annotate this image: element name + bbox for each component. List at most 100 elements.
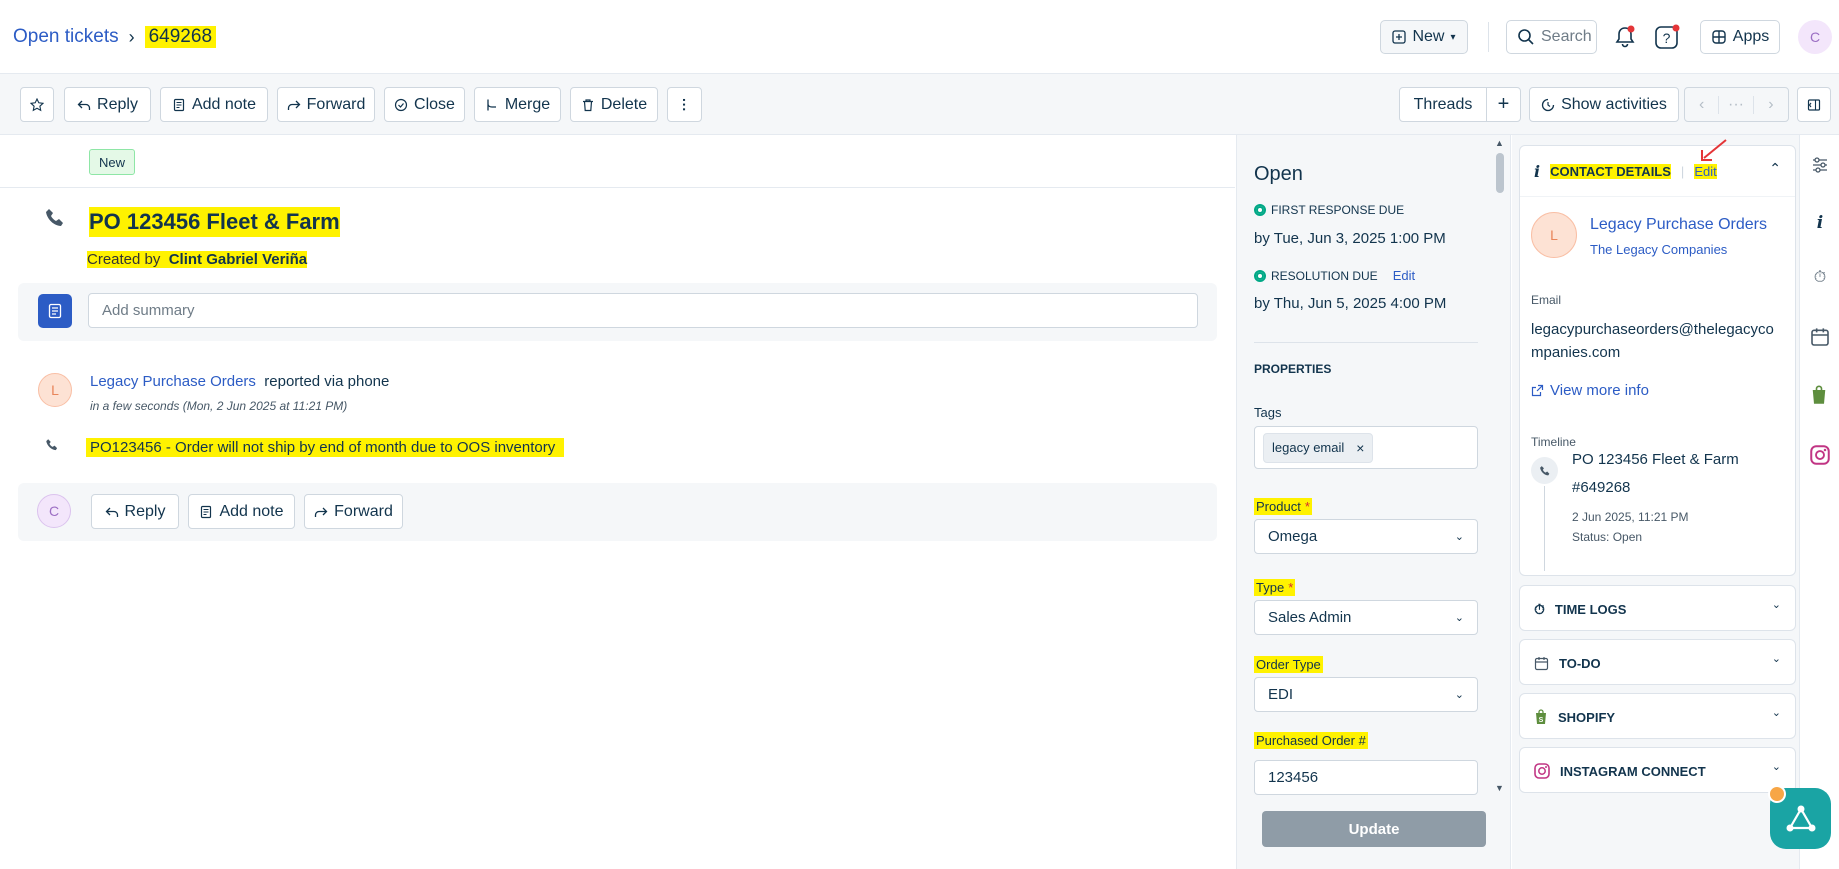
svg-text:S: S [1539, 717, 1544, 724]
email-value: legacypurchaseorders@thelegacyco mpanies… [1531, 318, 1774, 364]
chevron-up-icon[interactable]: ⌃ [1769, 160, 1781, 177]
product-select[interactable]: Omega ⌄ [1254, 519, 1478, 554]
reply-button[interactable]: Reply [91, 494, 179, 529]
calendar-icon [1534, 656, 1549, 670]
delete-button[interactable]: Delete [570, 87, 658, 122]
new-button[interactable]: New ▾ [1380, 20, 1468, 54]
contact-edit-link[interactable]: Edit [1694, 163, 1717, 179]
summary-input[interactable]: Add summary [88, 293, 1198, 328]
more-options-button[interactable]: ··· [667, 87, 702, 122]
chevron-right-icon: › [128, 26, 135, 47]
add-note-label: Add note [191, 95, 257, 113]
properties-panel: Open FIRST RESPONSE DUE by Tue, Jun 3, 2… [1236, 135, 1511, 869]
help-icon[interactable]: ? [1653, 23, 1681, 51]
todo-card[interactable]: TO-DO ⌄ [1519, 639, 1796, 685]
filter-sliders-icon[interactable] [1810, 155, 1830, 175]
resolution-sla: RESOLUTION DUE Edit [1254, 268, 1415, 283]
user-avatar[interactable]: C [1798, 20, 1832, 54]
remove-tag-icon[interactable]: × [1356, 440, 1364, 456]
resolution-label: RESOLUTION DUE [1271, 268, 1378, 283]
instagram-icon[interactable] [1810, 445, 1830, 465]
info-icon: i [1534, 161, 1541, 181]
forward-button[interactable]: Forward [304, 494, 403, 529]
chevron-down-icon: ⌄ [1454, 689, 1464, 701]
contact-name-link[interactable]: Legacy Purchase Orders [1590, 216, 1767, 234]
check-circle-icon [394, 98, 408, 111]
todo-header: TO-DO [1534, 640, 1601, 686]
toggle-sidebar-button[interactable] [1797, 87, 1831, 122]
shopify-card[interactable]: S SHOPIFY ⌄ [1519, 693, 1796, 739]
phone-icon [44, 207, 66, 229]
instagram-card[interactable]: INSTAGRAM CONNECT ⌄ [1519, 747, 1796, 793]
forward-icon [287, 100, 301, 110]
breadcrumb: Open tickets › 649268 [13, 26, 217, 48]
view-more-info-link[interactable]: View more info [1531, 382, 1649, 399]
star-button[interactable] [20, 87, 54, 122]
reply-icon [105, 507, 118, 517]
divider [1488, 22, 1489, 52]
apps-label: Apps [1732, 28, 1770, 45]
previous-ticket-icon[interactable]: ‹ [1685, 95, 1720, 114]
requester-name-link[interactable]: Legacy Purchase Orders [90, 373, 256, 390]
chevron-down-icon: ⌄ [1771, 653, 1781, 665]
next-ticket-icon[interactable]: › [1754, 96, 1788, 114]
chevron-down-icon: ⌄ [1771, 707, 1781, 719]
search-icon [1518, 29, 1534, 45]
timeline-status: Status: Open [1572, 530, 1643, 544]
apps-icon-rail: i ⏱ [1799, 135, 1839, 869]
created-by-name[interactable]: Clint Gabriel Veriña [169, 251, 307, 268]
contact-company-link[interactable]: The Legacy Companies [1590, 242, 1727, 257]
type-select[interactable]: Sales Admin ⌄ [1254, 600, 1478, 635]
time-logs-card[interactable]: ⏱ TIME LOGS ⌄ [1519, 585, 1796, 631]
add-note-button[interactable]: Add note [188, 494, 295, 529]
shopify-icon[interactable] [1810, 385, 1830, 405]
forward-button[interactable]: Forward [277, 87, 375, 122]
tags-input[interactable]: legacy email × [1254, 426, 1478, 469]
external-link-icon [1531, 384, 1544, 397]
calendar-icon[interactable] [1810, 327, 1830, 347]
po-input[interactable]: 123456 [1254, 760, 1478, 795]
created-by-label: Created by [87, 251, 161, 268]
tag-chip: legacy email × [1263, 432, 1374, 463]
update-button[interactable]: Update [1262, 811, 1486, 847]
first-response-sla: FIRST RESPONSE DUE [1254, 203, 1404, 217]
show-activities-button[interactable]: Show activities [1529, 87, 1679, 122]
properties-heading: PROPERTIES [1254, 362, 1332, 376]
sidebar-panel-icon [1807, 98, 1821, 111]
phone-icon [45, 438, 59, 452]
merge-button[interactable]: Merge [474, 87, 561, 122]
add-thread-button[interactable]: + [1486, 87, 1521, 122]
add-note-label: Add note [219, 502, 284, 520]
threads-button[interactable]: Threads [1399, 87, 1487, 122]
resolution-edit-link[interactable]: Edit [1393, 268, 1415, 283]
reply-button[interactable]: Reply [64, 87, 151, 122]
required-mark: * [1288, 580, 1294, 595]
scrollbar[interactable] [1496, 153, 1504, 193]
notifications-bell-icon[interactable] [1612, 24, 1638, 50]
contact-details-header[interactable]: i CONTACT DETAILS | Edit [1534, 146, 1717, 196]
timeline-ticket-title[interactable]: PO 123456 Fleet & Farm [1572, 451, 1739, 468]
divider [0, 187, 1235, 188]
scroll-down-icon[interactable]: ▼ [1495, 783, 1504, 793]
timeline-ticket-id: #649268 [1572, 479, 1631, 496]
search-input[interactable]: Search [1506, 20, 1597, 54]
pager-more[interactable]: ··· [1719, 95, 1754, 114]
scroll-up-icon[interactable]: ▲ [1495, 138, 1504, 148]
chevron-down-icon: ⌄ [1454, 531, 1464, 543]
summary-section: Add summary [18, 283, 1217, 341]
order-type-select[interactable]: EDI ⌄ [1254, 677, 1478, 712]
forward-icon [315, 507, 328, 517]
close-button[interactable]: Close [384, 87, 465, 122]
delete-label: Delete [600, 95, 648, 113]
status-badge: New [89, 149, 136, 175]
phone-icon [1531, 457, 1558, 484]
info-icon[interactable]: i [1810, 213, 1830, 233]
divider [1520, 196, 1795, 197]
product-value: Omega [1268, 528, 1318, 545]
breadcrumb-open-tickets[interactable]: Open tickets [13, 26, 119, 48]
instagram-title: INSTAGRAM CONNECT [1560, 763, 1706, 779]
add-note-button[interactable]: Add note [160, 87, 268, 122]
stopwatch-icon[interactable]: ⏱ [1810, 269, 1830, 289]
tags-label: Tags [1254, 405, 1282, 420]
apps-button[interactable]: Apps [1700, 20, 1780, 54]
